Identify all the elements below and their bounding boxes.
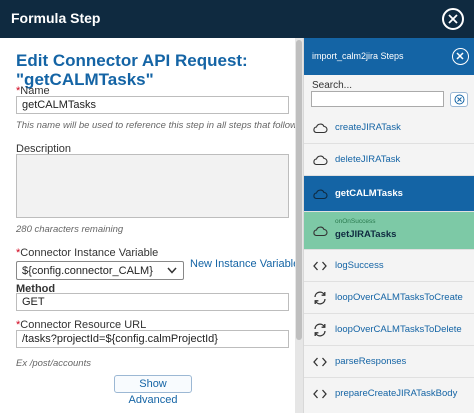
step-item-label: getJIRATasks	[335, 229, 397, 240]
step-item-label: loopOverCALMTasksToDelete	[335, 324, 462, 335]
window-title: Formula Step	[11, 10, 101, 26]
cloud-icon	[313, 189, 328, 200]
cloud-icon	[313, 226, 328, 237]
chevron-down-icon	[167, 267, 177, 274]
steps-panel-close-button[interactable]	[452, 48, 469, 65]
form-title-line1: Edit Connector API Request:	[16, 51, 248, 70]
connector-label-text: Connector Instance Variable	[20, 247, 159, 259]
connector-label: *Connector Instance Variable	[16, 247, 158, 259]
clear-icon	[454, 94, 465, 105]
step-item-label: prepareCreateJIRATaskBody	[335, 388, 458, 399]
steps-search-clear-button[interactable]	[450, 92, 468, 107]
name-input[interactable]: getCALMTasks	[16, 96, 289, 114]
name-hint: This name will be used to reference this…	[16, 120, 300, 131]
step-form: Edit Connector API Request: "getCALMTask…	[0, 38, 303, 413]
loop-icon	[314, 291, 326, 305]
close-icon	[448, 14, 458, 24]
step-item-parseResponses[interactable]: parseResponses	[304, 346, 474, 378]
step-item-label: createJIRATask	[335, 122, 401, 133]
cloud-icon	[313, 155, 328, 166]
step-item-loopOverCALMTasksToCreate[interactable]: loopOverCALMTasksToCreate	[304, 282, 474, 314]
form-scrollbar-thumb[interactable]	[296, 40, 302, 340]
header-bar: Formula Step	[0, 0, 474, 38]
step-item-createJIRATask[interactable]: createJIRATask	[304, 112, 474, 144]
step-item-label: parseResponses	[335, 356, 407, 367]
step-item-trigger: onOnSuccess	[335, 218, 376, 225]
form-scrollbar[interactable]	[295, 38, 303, 413]
step-item-logSuccess[interactable]: logSuccess	[304, 250, 474, 282]
connector-select[interactable]: ${config.connector_CALM}	[16, 261, 184, 280]
method-input[interactable]: GET	[16, 293, 289, 311]
step-item-deleteJIRATask[interactable]: deleteJIRATask	[304, 144, 474, 176]
code-icon	[313, 261, 327, 271]
steps-panel: import_calm2jira Steps Search... createJ…	[303, 38, 474, 413]
form-title: Edit Connector API Request: "getCALMTask…	[16, 51, 296, 89]
step-item-label: logSuccess	[335, 260, 384, 271]
step-item-getCALMTasks[interactable]: getCALMTasks	[304, 176, 474, 212]
steps-panel-title: import_calm2jira Steps	[312, 51, 404, 61]
close-button[interactable]	[442, 8, 464, 30]
chars-remaining: 280 characters remaining	[16, 224, 124, 235]
step-item-getJIRATasks[interactable]: onOnSuccess getJIRATasks	[304, 212, 474, 250]
step-item-label: getCALMTasks	[335, 188, 403, 199]
show-advanced-button[interactable]: Show Advanced	[114, 375, 192, 406]
description-textarea[interactable]	[16, 154, 289, 218]
steps-panel-header: import_calm2jira Steps	[304, 38, 474, 75]
connector-select-value: ${config.connector_CALM}	[22, 265, 153, 277]
step-item-loopOverCALMTasksToDelete[interactable]: loopOverCALMTasksToDelete	[304, 314, 474, 346]
resource-url-input[interactable]: /tasks?projectId=${config.calmProjectId}	[16, 330, 289, 348]
steps-search-input[interactable]	[311, 91, 444, 107]
loop-icon	[314, 323, 326, 337]
step-item-prepareCreateJIRATaskBody[interactable]: prepareCreateJIRATaskBody	[304, 378, 474, 413]
form-title-line2: "getCALMTasks"	[16, 70, 154, 89]
resource-url-hint: Ex /post/accounts	[16, 358, 91, 369]
step-item-label: loopOverCALMTasksToCreate	[335, 292, 463, 303]
step-item-label: deleteJIRATask	[335, 154, 401, 165]
close-icon	[456, 52, 464, 60]
steps-search-label: Search...	[312, 80, 353, 91]
cloud-icon	[313, 123, 328, 134]
new-instance-variable-link[interactable]: New Instance Variable	[190, 258, 299, 270]
code-icon	[313, 357, 327, 367]
code-icon	[313, 389, 327, 399]
